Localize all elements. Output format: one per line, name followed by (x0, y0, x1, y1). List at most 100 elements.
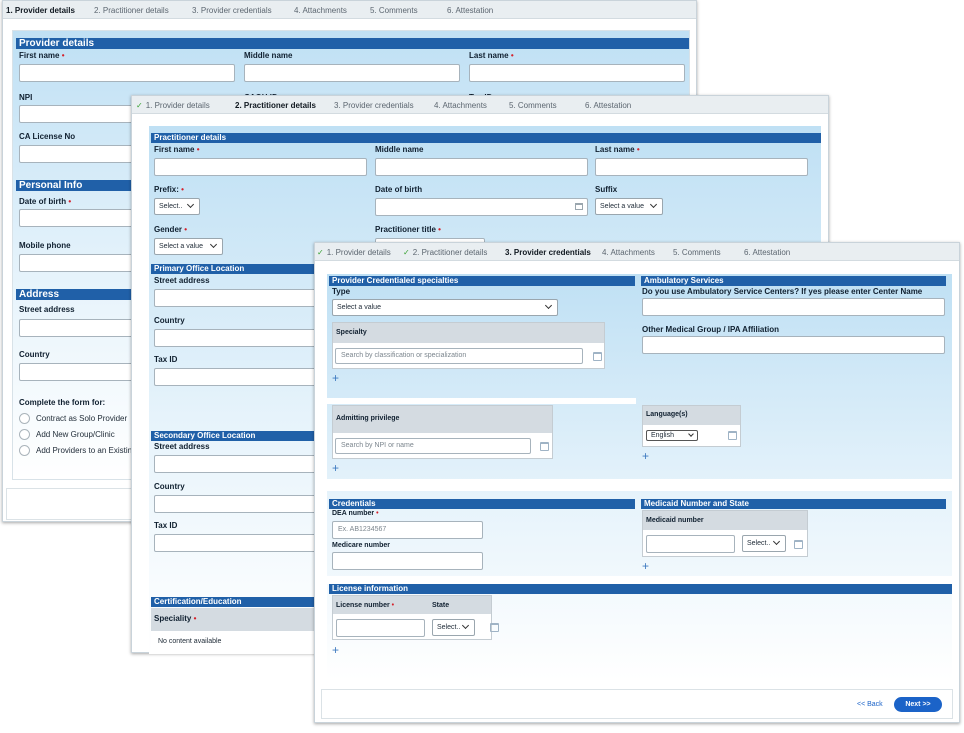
type-select[interactable]: Select a value (332, 299, 558, 316)
language-select[interactable]: English (646, 430, 698, 441)
country-2-field[interactable] (154, 495, 319, 513)
step-practitioner-details[interactable]: 2. Practitioner details (94, 6, 169, 15)
dea-label: DEA number • (332, 510, 379, 517)
first-name-field[interactable] (19, 64, 235, 82)
add-specialty-icon[interactable]: + (332, 372, 339, 384)
wizard-steps: 1. Provider details 2. Practitioner deta… (3, 1, 696, 19)
prefix-select[interactable]: Select.. (154, 198, 200, 215)
delete-language-icon[interactable] (728, 431, 737, 440)
step-provider-details[interactable]: ✓ 1. Provider details (136, 101, 210, 110)
specialty-header: Specialty (336, 329, 367, 336)
ambulatory-center-field[interactable] (642, 298, 945, 316)
street-address-label: Street address (154, 276, 210, 285)
ca-license-field[interactable] (19, 145, 139, 163)
practitioner-title-label: Practitioner title • (375, 225, 441, 234)
step-attestation[interactable]: 6. Attestation (585, 101, 631, 110)
medicaid-number-field[interactable] (646, 535, 735, 553)
country-field[interactable] (154, 329, 319, 347)
delete-license-icon[interactable] (490, 623, 499, 632)
credentials-form: Provider Credentialed specialties Ambula… (327, 274, 952, 680)
other-group-field[interactable] (642, 336, 945, 354)
suffix-label: Suffix (595, 185, 618, 194)
step-provider-credentials[interactable]: 3. Provider credentials (192, 6, 272, 15)
calendar-icon[interactable] (575, 203, 583, 210)
radio-new-group[interactable] (19, 429, 30, 440)
section-license: License information (329, 584, 952, 594)
middle-name-field[interactable] (375, 158, 588, 176)
complete-form-label: Complete the form for: (19, 398, 106, 407)
step-comments[interactable]: 5. Comments (509, 101, 557, 110)
next-button[interactable]: Next >> (894, 697, 942, 712)
radio-add-providers-label: Add Providers to an Existing (36, 446, 137, 455)
radio-add-providers[interactable] (19, 445, 30, 456)
step-attestation[interactable]: 6. Attestation (744, 248, 790, 257)
step-provider-details[interactable]: 1. Provider details (6, 6, 75, 15)
suffix-select[interactable]: Select a value (595, 198, 663, 215)
gender-select[interactable]: Select a value (154, 238, 223, 255)
last-name-field[interactable] (469, 64, 685, 82)
country-2-label: Country (154, 482, 185, 491)
ambulatory-question-label: Do you use Ambulatory Service Centers? I… (642, 287, 923, 296)
dob-field[interactable] (375, 198, 588, 216)
language-header: Language(s) (646, 411, 688, 418)
tax-id-2-field[interactable] (154, 534, 319, 552)
first-name-label: First name • (19, 51, 65, 60)
back-button[interactable]: << Back (857, 701, 883, 708)
npi-field[interactable] (19, 105, 139, 123)
first-name-label: First name • (154, 145, 200, 154)
last-name-label: Last name • (595, 145, 640, 154)
step-comments[interactable]: 5. Comments (370, 6, 418, 15)
dob-field[interactable] (19, 209, 139, 227)
add-admitting-icon[interactable]: + (332, 462, 339, 474)
mobile-phone-label: Mobile phone (19, 241, 71, 250)
last-name-label: Last name • (469, 51, 514, 60)
license-number-header: License number • (336, 602, 395, 609)
add-medicaid-icon[interactable]: + (642, 560, 649, 572)
step-attestation[interactable]: 6. Attestation (447, 6, 493, 15)
add-license-icon[interactable]: + (332, 644, 339, 656)
add-language-icon[interactable]: + (642, 450, 649, 462)
street-address-2-field[interactable] (154, 455, 319, 473)
tax-id-field[interactable] (154, 368, 319, 386)
step-provider-credentials[interactable]: 3. Provider credentials (505, 248, 591, 257)
section-provider-details: Provider details (16, 38, 689, 49)
type-label: Type (332, 287, 351, 296)
speciality-header: Speciality • (154, 614, 197, 623)
admitting-search-field[interactable]: Search by NPI or name (335, 438, 531, 454)
step-practitioner-details[interactable]: ✓ 2. Practitioner details (403, 248, 487, 257)
step-provider-details[interactable]: ✓ 1. Provider details (317, 248, 391, 257)
state-select[interactable]: Select.. (432, 619, 475, 636)
step-attachments[interactable]: 4. Attachments (602, 248, 655, 257)
step-comments[interactable]: 5. Comments (673, 248, 721, 257)
step-attachments[interactable]: 4. Attachments (294, 6, 347, 15)
mobile-phone-field[interactable] (19, 254, 139, 272)
step-provider-credentials[interactable]: 3. Provider credentials (334, 101, 414, 110)
step-attachments[interactable]: 4. Attachments (434, 101, 487, 110)
gender-label: Gender • (154, 225, 188, 234)
radio-solo-provider[interactable] (19, 413, 30, 424)
middle-name-label: Middle name (375, 145, 424, 154)
license-number-field[interactable] (336, 619, 425, 637)
street-address-field[interactable] (154, 289, 319, 307)
specialty-search-field[interactable]: Search by classification or specializati… (335, 348, 583, 364)
medicare-field[interactable] (332, 552, 483, 570)
country-field[interactable] (19, 363, 139, 381)
section-ambulatory-services: Ambulatory Services (641, 276, 946, 286)
delete-medicaid-icon[interactable] (794, 540, 803, 549)
delete-admitting-icon[interactable] (540, 442, 549, 451)
dea-field[interactable]: Ex. AB1234567 (332, 521, 483, 539)
last-name-field[interactable] (595, 158, 808, 176)
medicare-label: Medicare number (332, 542, 390, 549)
street-address-field[interactable] (19, 319, 139, 337)
street-address-2-label: Street address (154, 442, 210, 451)
no-content-text: No content available (158, 638, 222, 645)
tax-id-2-label: Tax ID (154, 521, 178, 530)
first-name-field[interactable] (154, 158, 367, 176)
provider-credentials-window: ✓ 1. Provider details ✓ 2. Practitioner de… (314, 242, 960, 723)
section-credentialed-specialties: Provider Credentialed specialties (329, 276, 635, 286)
delete-specialty-icon[interactable] (593, 352, 602, 361)
step-practitioner-details[interactable]: 2. Practitioner details (235, 101, 316, 110)
ca-license-label: CA License No (19, 132, 76, 141)
medicaid-state-select[interactable]: Select.. (742, 535, 786, 552)
middle-name-field[interactable] (244, 64, 460, 82)
